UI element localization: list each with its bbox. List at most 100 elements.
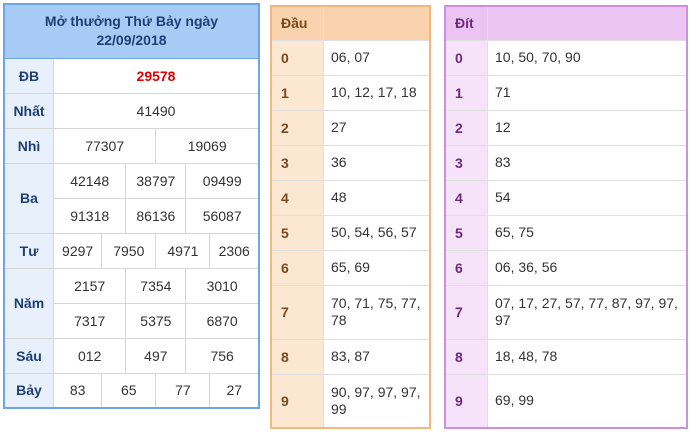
tail-key: 2 — [444, 109, 488, 146]
prize-row-nhat: Nhất 41490 — [3, 92, 260, 129]
tail-row: 2 12 — [444, 109, 688, 146]
head-row: 5 50, 54, 56, 57 — [270, 214, 431, 251]
tail-values: 10, 50, 70, 90 — [487, 39, 688, 76]
prize-value-ba: 91318 — [52, 197, 127, 234]
prize-value-tu: 9297 — [52, 232, 103, 269]
head-values: 06, 07 — [323, 39, 431, 76]
head-key: 6 — [270, 249, 324, 286]
prize-value-tu: 7950 — [101, 232, 157, 269]
results-date: 22/09/2018 — [96, 32, 167, 49]
tail-digit-header: Đít — [444, 5, 488, 41]
tail-key: 7 — [444, 284, 488, 340]
prize-value-nam: 3010 — [185, 267, 260, 304]
results-title: Mở thưởng Thứ Bảy ngày 22/09/2018 — [3, 3, 260, 59]
head-row: 9 90, 97, 97, 97, 99 — [270, 373, 431, 429]
prize-value-nam: 2157 — [52, 267, 127, 304]
head-values: 70, 71, 75, 77, 78 — [323, 284, 431, 340]
prize-value-nam: 6870 — [185, 302, 260, 339]
head-row: 0 06, 07 — [270, 39, 431, 76]
tail-key: 1 — [444, 74, 488, 111]
head-values: 27 — [323, 109, 431, 146]
head-key: 1 — [270, 74, 324, 111]
tail-values: 18, 48, 78 — [487, 338, 688, 375]
tail-values: 65, 75 — [487, 214, 688, 251]
prize-value-ba: 56087 — [185, 197, 260, 234]
head-key: 9 — [270, 373, 324, 429]
prize-row-nhi: Nhì 77307 19069 — [3, 127, 260, 164]
head-key: 8 — [270, 338, 324, 375]
tail-digit-table: Đít 0 10, 50, 70, 90 1 71 2 12 3 83 4 54 5 65,… — [444, 5, 688, 429]
prize-value-tu: 4971 — [155, 232, 211, 269]
head-values: 36 — [323, 144, 431, 181]
head-row: 6 65, 69 — [270, 249, 431, 286]
head-key: 4 — [270, 179, 324, 216]
head-digit-table: Đầu 0 06, 07 1 10, 12, 17, 18 2 27 3 36 4 48 … — [270, 5, 431, 429]
head-key: 2 — [270, 109, 324, 146]
head-key: 3 — [270, 144, 324, 181]
prize-label-nhat: Nhất — [3, 92, 54, 129]
prize-row-nam: Năm 2157 7354 3010 — [3, 267, 260, 339]
head-digit-header-blank — [323, 5, 431, 41]
head-key: 7 — [270, 284, 324, 340]
prize-row-bay: Bảy 83 65 77 27 — [3, 372, 260, 409]
prize-value-ba: 42148 — [52, 162, 127, 199]
head-key: 5 — [270, 214, 324, 251]
tail-key: 9 — [444, 373, 488, 429]
head-row: 8 83, 87 — [270, 338, 431, 375]
prize-value-ba: 86136 — [125, 197, 187, 234]
head-row: 2 27 — [270, 109, 431, 146]
prize-value-nam: 7354 — [125, 267, 187, 304]
tail-row: 7 07, 17, 27, 57, 77, 87, 97, 97, 97 — [444, 284, 688, 340]
prize-row-db: ĐB 29578 — [3, 57, 260, 94]
prize-value-ba: 09499 — [185, 162, 260, 199]
prize-label-tu: Tư — [3, 232, 54, 269]
tail-row: 8 18, 48, 78 — [444, 338, 688, 375]
head-row: 4 48 — [270, 179, 431, 216]
prize-value-sau: 756 — [185, 337, 260, 374]
tail-key: 4 — [444, 179, 488, 216]
tail-values: 12 — [487, 109, 688, 146]
prize-value-bay: 27 — [209, 372, 260, 409]
prize-value-nhi: 19069 — [155, 127, 260, 164]
tail-values: 06, 36, 56 — [487, 249, 688, 286]
tail-values: 07, 17, 27, 57, 77, 87, 97, 97, 97 — [487, 284, 688, 340]
prize-label-sau: Sáu — [3, 337, 54, 374]
prize-value-sau: 012 — [52, 337, 127, 374]
prize-row-tu: Tư 9297 7950 4971 2306 — [3, 232, 260, 269]
head-row: 3 36 — [270, 144, 431, 181]
prize-value-bay: 83 — [52, 372, 103, 409]
prize-row-ba: Ba 42148 38797 09499 — [3, 162, 260, 234]
tail-key: 5 — [444, 214, 488, 251]
prize-label-ba: Ba — [3, 162, 54, 234]
tail-row: 9 69, 99 — [444, 373, 688, 429]
head-values: 83, 87 — [323, 338, 431, 375]
lottery-results-table: Mở thưởng Thứ Bảy ngày 22/09/2018 ĐB 295… — [3, 3, 260, 409]
prize-value-nam: 7317 — [52, 302, 127, 339]
prize-value-nhi: 77307 — [52, 127, 157, 164]
prize-label-bay: Bảy — [3, 372, 54, 409]
results-title-line1: Mở thưởng Thứ Bảy ngày — [44, 13, 219, 30]
prize-label-db: ĐB — [3, 57, 54, 94]
head-digit-header: Đầu — [270, 5, 324, 41]
tail-row: 0 10, 50, 70, 90 — [444, 39, 688, 76]
head-row: 1 10, 12, 17, 18 — [270, 74, 431, 111]
prize-value-db: 29578 — [53, 57, 260, 94]
prize-value-nam: 5375 — [125, 302, 187, 339]
prize-row-sau: Sáu 012 497 756 — [3, 337, 260, 374]
tail-key: 0 — [444, 39, 488, 76]
tail-values: 54 — [487, 179, 688, 216]
tail-key: 3 — [444, 144, 488, 181]
head-key: 0 — [270, 39, 324, 76]
tail-row: 1 71 — [444, 74, 688, 111]
head-values: 48 — [323, 179, 431, 216]
prize-value-nhat: 41490 — [53, 92, 260, 129]
tail-values: 69, 99 — [487, 373, 688, 429]
head-values: 50, 54, 56, 57 — [323, 214, 431, 251]
head-values: 10, 12, 17, 18 — [323, 74, 431, 111]
head-row: 7 70, 71, 75, 77, 78 — [270, 284, 431, 340]
tail-key: 8 — [444, 338, 488, 375]
tail-key: 6 — [444, 249, 488, 286]
tail-digit-header-blank — [487, 5, 688, 41]
tail-row: 5 65, 75 — [444, 214, 688, 251]
head-values: 65, 69 — [323, 249, 431, 286]
